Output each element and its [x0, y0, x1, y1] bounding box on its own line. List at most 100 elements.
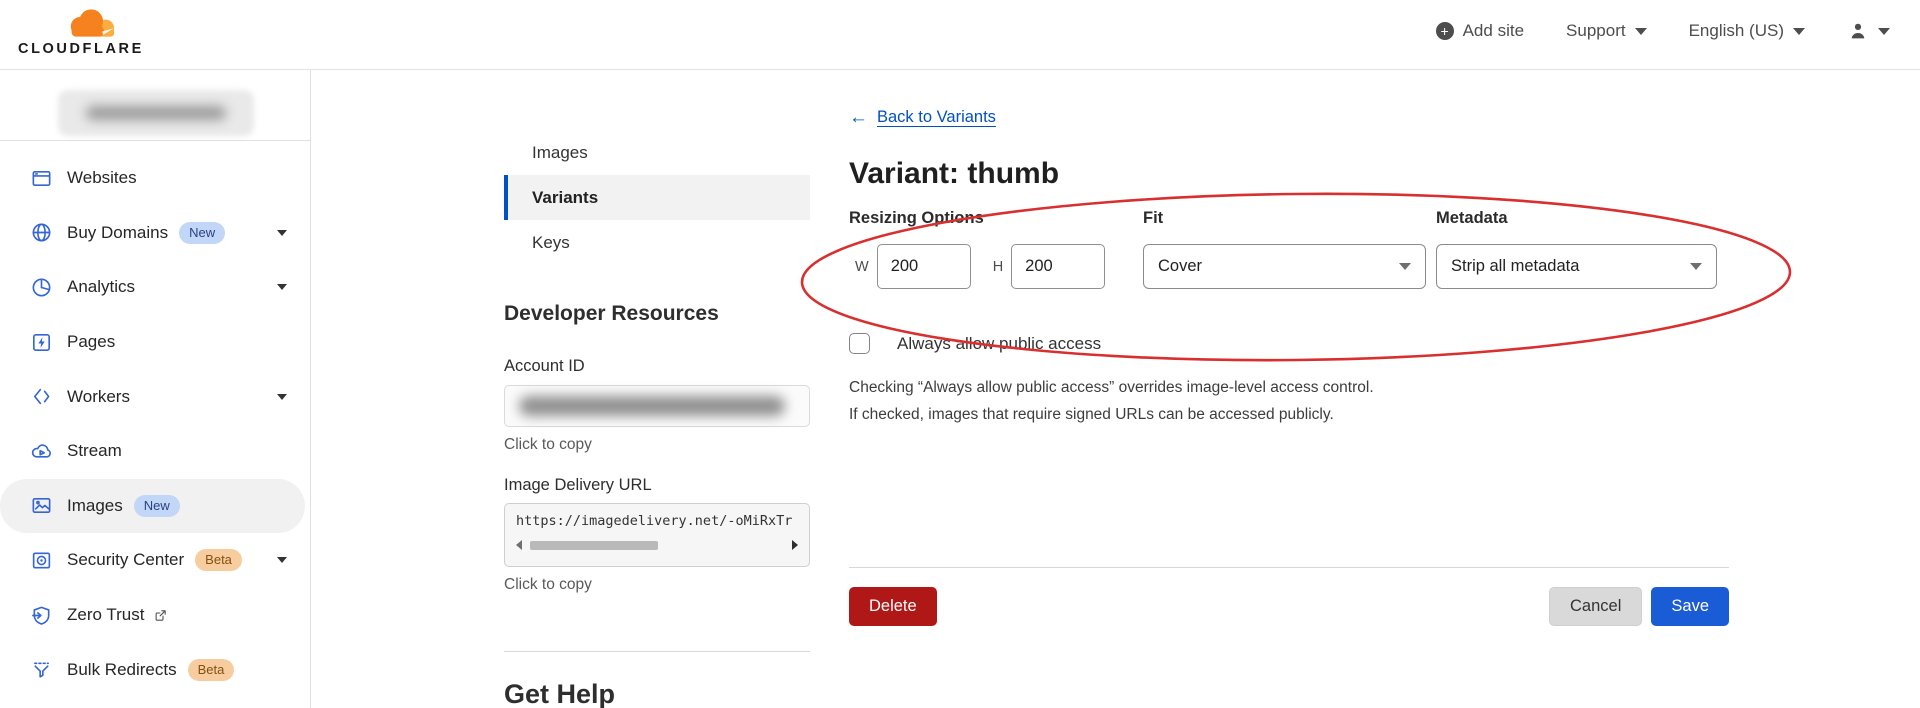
support-label: Support: [1566, 21, 1626, 41]
sidebar-item-stream[interactable]: Stream: [0, 424, 305, 479]
public-access-checkbox[interactable]: [849, 333, 870, 354]
variant-editor: ← Back to Variants Variant: thumb Resizi…: [849, 70, 1729, 626]
metadata-selected-value: Strip all metadata: [1451, 257, 1690, 276]
sidebar-item-label: Pages: [67, 332, 115, 352]
sidebar-item-label: Zero Trust: [67, 605, 144, 625]
public-access-label[interactable]: Always allow public access: [897, 334, 1101, 354]
subnav-item-keys[interactable]: Keys: [504, 220, 810, 265]
height-input[interactable]: [1011, 244, 1105, 289]
account-id-copy-hint: Click to copy: [504, 436, 810, 454]
language-label: English (US): [1689, 21, 1784, 41]
cloudflare-cloud-icon: [64, 6, 120, 40]
variant-options-form: Resizing Options W H Fit Cover Metadata: [849, 209, 1729, 289]
fit-label: Fit: [1143, 209, 1436, 228]
user-icon: [1847, 20, 1869, 42]
note-line-1: Checking “Always allow public access” ov…: [849, 374, 1729, 401]
subcol-divider: [504, 651, 810, 652]
account-name-blur: [86, 106, 226, 120]
footer-divider: [849, 567, 1729, 568]
cancel-button[interactable]: Cancel: [1549, 587, 1642, 626]
plus-icon: +: [1436, 22, 1454, 40]
sidebar-item-analytics[interactable]: Analytics: [0, 260, 305, 315]
cloudflare-logo[interactable]: CLOUDFLARE: [18, 6, 152, 57]
delivery-url-value: https://imagedelivery.net/-oMiRxTr: [516, 513, 798, 529]
sidebar-item-label: Workers: [67, 387, 130, 407]
dimensions-row: W H: [849, 244, 1143, 289]
save-button[interactable]: Save: [1651, 587, 1729, 626]
chevron-down-icon[interactable]: [277, 230, 287, 236]
width-input[interactable]: [877, 244, 971, 289]
chevron-down-icon: [1878, 28, 1890, 35]
sidebar-item-zero-trust[interactable]: Zero Trust: [0, 588, 305, 643]
cloudflare-wordmark: CLOUDFLARE: [18, 41, 152, 57]
sidebar-item-workers[interactable]: Workers: [0, 369, 305, 424]
account-name-redacted[interactable]: [58, 90, 254, 136]
sidebar-item-security-center[interactable]: Security Center Beta: [0, 533, 305, 588]
sidebar-item-label: Stream: [67, 441, 122, 461]
funnel-icon: [30, 658, 53, 681]
beta-badge: Beta: [195, 549, 242, 571]
external-link-icon: [153, 608, 168, 623]
scrollbar-track[interactable]: [526, 540, 788, 551]
developer-resources-title: Developer Resources: [504, 302, 810, 326]
pie-chart-icon: [30, 276, 53, 299]
fit-select[interactable]: Cover: [1143, 244, 1426, 289]
add-site-button[interactable]: + Add site: [1436, 21, 1524, 41]
new-badge: New: [179, 222, 225, 244]
scrollbar-thumb[interactable]: [530, 541, 658, 550]
browser-icon: [30, 167, 53, 190]
note-line-2: If checked, images that require signed U…: [849, 401, 1729, 428]
secondary-column: ImagesVariantsKeys Developer Resources A…: [504, 70, 810, 708]
workers-icon: [30, 385, 53, 408]
language-menu[interactable]: English (US): [1689, 21, 1805, 41]
public-access-row: Always allow public access: [849, 333, 1729, 354]
chevron-down-icon[interactable]: [277, 557, 287, 563]
sidebar-item-pages[interactable]: Pages: [0, 315, 305, 370]
sidebar-item-websites[interactable]: Websites: [0, 151, 305, 206]
chevron-down-icon: [1690, 263, 1702, 270]
sidebar-item-buy-domains[interactable]: Buy Domains New: [0, 206, 305, 261]
delivery-url-label: Image Delivery URL: [504, 476, 810, 495]
metadata-select[interactable]: Strip all metadata: [1436, 244, 1717, 289]
scroll-right-arrow[interactable]: [792, 540, 798, 550]
subnav-item-images[interactable]: Images: [504, 130, 810, 175]
add-site-label: Add site: [1463, 21, 1524, 41]
pages-icon: [30, 331, 53, 354]
beta-badge: Beta: [188, 659, 235, 681]
sidebar-item-label: Images: [67, 496, 123, 516]
sidebar-item-bulk-redirects[interactable]: Bulk Redirects Beta: [0, 642, 305, 697]
get-help-title: Get Help: [504, 679, 810, 708]
delete-button[interactable]: Delete: [849, 587, 937, 626]
delivery-url-copy-hint: Click to copy: [504, 576, 810, 594]
vault-icon: [30, 549, 53, 572]
sidebar-item-label: Buy Domains: [67, 223, 168, 243]
image-icon: [30, 494, 53, 517]
support-menu[interactable]: Support: [1566, 21, 1647, 41]
page-title: Variant: thumb: [849, 157, 1729, 191]
subnav-item-variants[interactable]: Variants: [504, 175, 810, 220]
sidebar-item-label: Bulk Redirects: [67, 660, 177, 680]
resizing-options-group: Resizing Options W H: [849, 209, 1143, 289]
sidebar-item-label: Websites: [67, 168, 137, 188]
user-menu[interactable]: [1847, 20, 1890, 42]
fit-group: Fit Cover: [1143, 209, 1436, 289]
top-menu: + Add site Support English (US): [1436, 0, 1890, 62]
account-id-copy-box[interactable]: [504, 385, 810, 427]
sidebar-item-label: Security Center: [67, 550, 184, 570]
chevron-down-icon[interactable]: [277, 394, 287, 400]
resizing-options-label: Resizing Options: [849, 209, 1143, 228]
public-access-note: Checking “Always allow public access” ov…: [849, 374, 1729, 428]
fit-selected-value: Cover: [1158, 257, 1399, 276]
back-arrow-icon: ←: [849, 108, 868, 127]
account-id-redacted: [519, 396, 785, 416]
delivery-url-copy-box[interactable]: https://imagedelivery.net/-oMiRxTr: [504, 503, 810, 567]
sidebar-item-images[interactable]: Images New: [0, 479, 305, 534]
chevron-down-icon[interactable]: [277, 284, 287, 290]
sidebar-nav: Websites Buy Domains New Analytics Pages Work…: [0, 151, 311, 697]
stream-cloud-icon: [30, 440, 53, 463]
metadata-label: Metadata: [1436, 209, 1717, 228]
back-to-variants-link[interactable]: ← Back to Variants: [849, 108, 996, 127]
new-badge: New: [134, 495, 180, 517]
scroll-left-arrow[interactable]: [516, 540, 522, 550]
globe-icon: [30, 221, 53, 244]
